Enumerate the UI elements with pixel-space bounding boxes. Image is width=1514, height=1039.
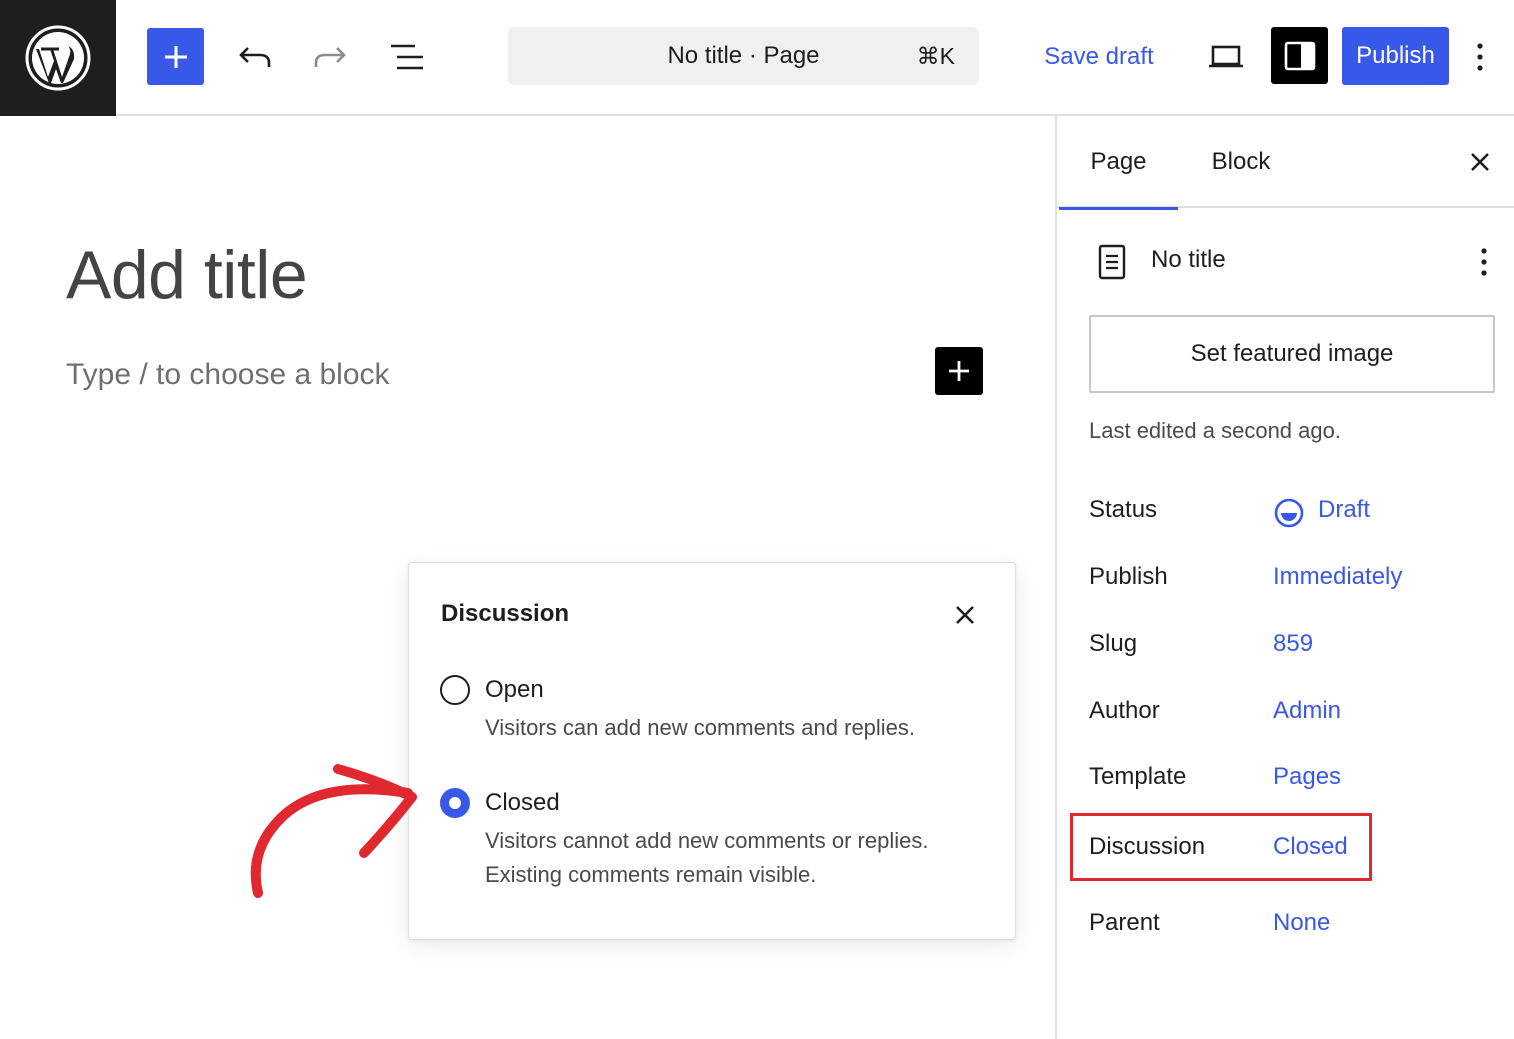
laptop-icon: [1208, 45, 1243, 67]
popover-close-button[interactable]: [947, 597, 983, 633]
parent-row: Parent None: [1089, 909, 1489, 945]
keyboard-shortcut-hint: ⌘K: [916, 43, 955, 69]
sidebar-tabs: Page Block: [1057, 116, 1514, 210]
author-value-button[interactable]: Admin: [1273, 697, 1341, 725]
set-featured-image-button[interactable]: Set featured image: [1089, 315, 1495, 393]
undo-icon: [238, 46, 270, 67]
settings-toggle-button[interactable]: [1271, 27, 1328, 84]
wordpress-logo-icon[interactable]: [0, 0, 116, 116]
document-summary: No title: [1089, 242, 1499, 282]
close-icon: [1471, 153, 1489, 171]
option-description: Visitors can add new comments and replie…: [485, 715, 916, 740]
plus-icon: [164, 45, 187, 68]
template-value-button[interactable]: Pages: [1273, 763, 1341, 791]
preview-button[interactable]: [1197, 28, 1254, 85]
publish-label: Publish: [1089, 563, 1168, 590]
status-label: Status: [1089, 496, 1158, 523]
post-title-input[interactable]: Add title: [66, 236, 308, 314]
status-row: Status Draft: [1089, 496, 1489, 532]
list-view-icon: [390, 44, 423, 69]
discussion-popover: Discussion Open Visitors can add new com…: [408, 562, 1016, 940]
template-label: Template: [1089, 763, 1187, 790]
page-icon: [1098, 244, 1126, 280]
block-appender-placeholder[interactable]: Type / to choose a block: [66, 358, 390, 392]
document-actions-button[interactable]: [1469, 242, 1499, 282]
last-edited-text: Last edited a second ago.: [1089, 418, 1341, 443]
redo-button[interactable]: [301, 28, 358, 85]
editor-toolbar: No title · Page ⌘K Save draft Publish: [0, 0, 1514, 116]
parent-label: Parent: [1089, 909, 1160, 936]
slug-row: Slug 859: [1089, 630, 1489, 666]
slug-label: Slug: [1089, 630, 1138, 657]
save-draft-button[interactable]: Save draft: [1030, 28, 1168, 85]
parent-value-button[interactable]: None: [1273, 909, 1330, 937]
author-label: Author: [1089, 697, 1160, 724]
close-sidebar-button[interactable]: [1462, 144, 1498, 180]
annotation-arrow-icon: [250, 764, 417, 898]
option-label: Open: [485, 676, 544, 703]
popover-title: Discussion: [441, 600, 570, 627]
more-vertical-icon: [1481, 248, 1487, 276]
publish-row: Publish Immediately: [1089, 563, 1489, 599]
author-row: Author Admin: [1089, 697, 1489, 733]
publish-value-button[interactable]: Immediately: [1273, 563, 1402, 591]
template-row: Template Pages: [1089, 763, 1489, 799]
close-icon: [956, 606, 974, 624]
document-title: No title: [1151, 246, 1226, 273]
status-value-button[interactable]: Draft: [1318, 496, 1370, 524]
document-title-label: No title · Page: [667, 42, 820, 69]
draft-status-icon: [1274, 498, 1304, 528]
option-label: Closed: [485, 789, 560, 816]
add-block-button[interactable]: [147, 28, 204, 85]
redo-icon: [314, 46, 346, 67]
inline-add-block-button[interactable]: [935, 347, 983, 395]
publish-button[interactable]: Publish: [1342, 27, 1449, 85]
options-menu-button[interactable]: [1460, 28, 1500, 85]
command-palette-button[interactable]: No title · Page ⌘K: [508, 27, 979, 85]
sidebar-toggle-icon: [1284, 41, 1315, 70]
undo-button[interactable]: [226, 28, 283, 85]
radio-closed[interactable]: [440, 788, 470, 818]
list-view-button[interactable]: [378, 28, 435, 85]
plus-icon: [949, 361, 969, 381]
settings-sidebar: Page Block No title Set featured image L…: [1055, 116, 1514, 1039]
more-vertical-icon: [1477, 42, 1483, 71]
option-description: Visitors cannot add new comments or repl…: [485, 828, 929, 853]
radio-open[interactable]: [440, 675, 470, 705]
tab-page[interactable]: Page: [1059, 116, 1178, 210]
annotation-highlight-box: [1070, 813, 1372, 881]
tab-block[interactable]: Block: [1181, 116, 1301, 208]
option-description: Existing comments remain visible.: [485, 862, 817, 887]
slug-value-button[interactable]: 859: [1273, 630, 1313, 658]
